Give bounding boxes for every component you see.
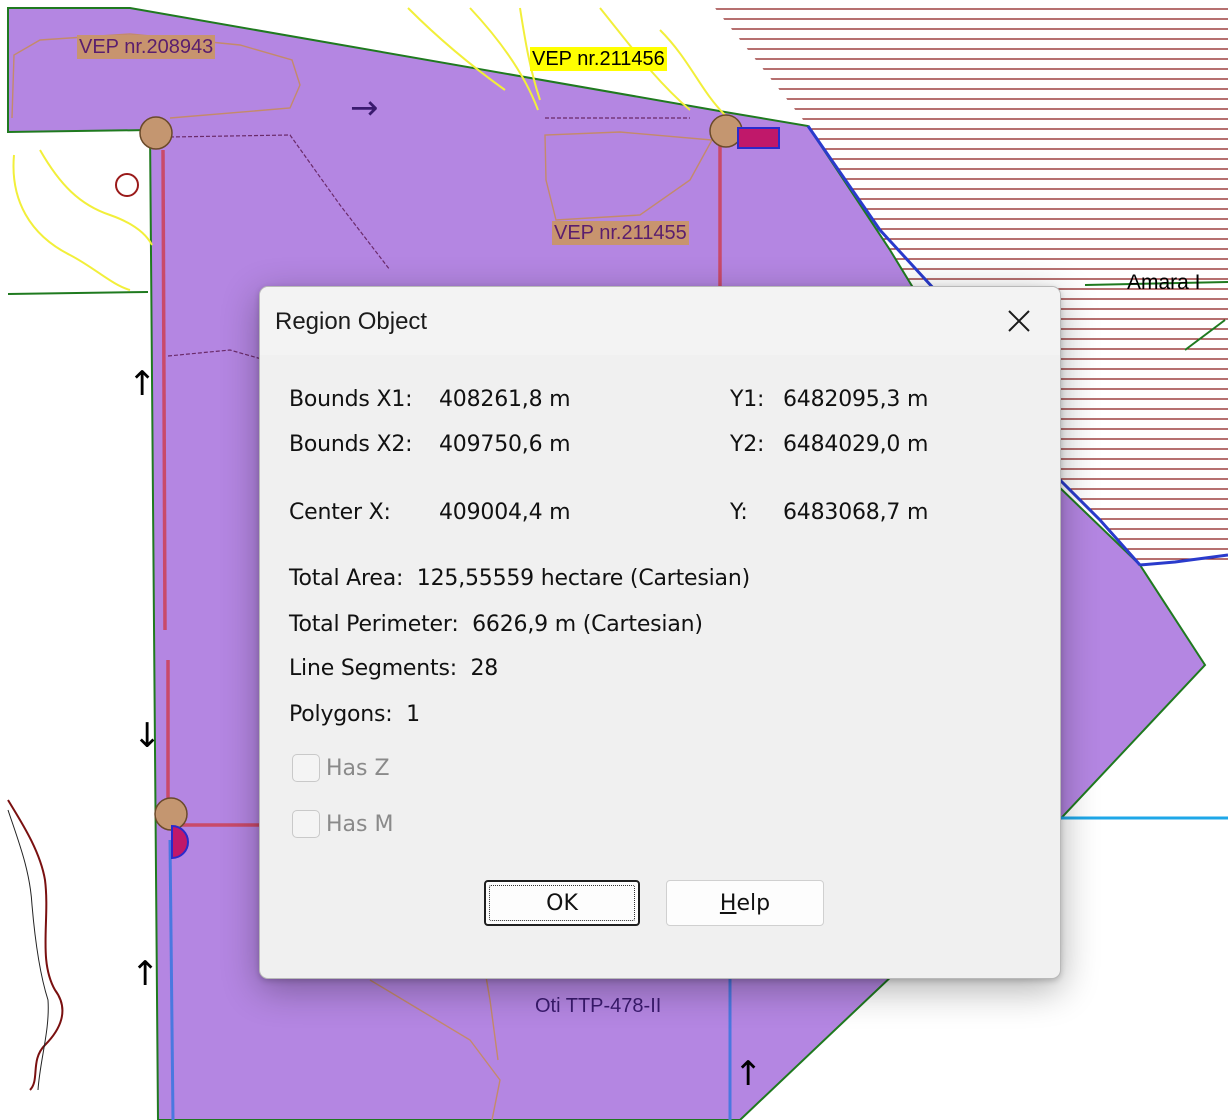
map-label-oti: Oti TTP-478-II xyxy=(535,995,662,1017)
ok-button-label: OK xyxy=(546,890,578,916)
center-x-label: Center X: xyxy=(289,500,391,525)
arrow-up-icon: ↑ xyxy=(734,1054,763,1094)
polygons-text: Polygons: 1 xyxy=(289,702,420,727)
map-label-vep-211456: VEP nr.211456 xyxy=(530,47,667,71)
help-mnemonic: H xyxy=(719,890,737,916)
bounds-x2-label: Bounds X2: xyxy=(289,432,413,457)
center-y-value: 6483068,7 m xyxy=(783,500,929,525)
map-label-amara: Amara I xyxy=(1127,271,1201,294)
arrow-up-icon: ↑ xyxy=(128,364,157,404)
arrow-right-icon: → xyxy=(350,88,379,128)
map-label-vep-208943: VEP nr.208943 xyxy=(77,35,216,59)
bounds-y2-label: Y2: xyxy=(730,432,765,457)
has-m-label: Has M xyxy=(326,811,394,837)
total-area-text: Total Area: 125,55559 hectare (Cartesian… xyxy=(289,566,750,591)
total-perimeter-text: Total Perimeter: 6626,9 m (Cartesian) xyxy=(289,612,703,637)
bounds-x1-value: 408261,8 m xyxy=(439,387,571,412)
has-m-checkbox[interactable]: Has M xyxy=(292,810,393,838)
center-x-value: 409004,4 m xyxy=(439,500,571,525)
close-button[interactable] xyxy=(990,297,1048,345)
has-z-checkbox[interactable]: Has Z xyxy=(292,754,390,782)
close-icon xyxy=(1008,310,1030,332)
has-z-label: Has Z xyxy=(326,755,390,781)
bounds-y2-value: 6484029,0 m xyxy=(783,432,929,457)
left-river xyxy=(7,799,64,1091)
region-object-dialog: Region Object Bounds X1: 408261,8 m Y1: … xyxy=(259,286,1061,979)
has-z-box[interactable] xyxy=(292,754,320,782)
dialog-title: Region Object xyxy=(275,308,428,335)
help-button[interactable]: Help xyxy=(666,880,824,926)
dialog-titlebar[interactable]: Region Object xyxy=(260,287,1060,355)
bounds-y1-label: Y1: xyxy=(730,387,765,412)
bounds-y1-value: 6482095,3 m xyxy=(783,387,929,412)
arrow-down-icon: ↓ xyxy=(133,716,162,756)
center-y-label: Y: xyxy=(730,500,748,525)
bounds-x2-value: 409750,6 m xyxy=(439,432,571,457)
map-label-vep-211455: VEP nr.211455 xyxy=(552,221,689,245)
line-segments-text: Line Segments: 28 xyxy=(289,656,499,681)
help-button-label: Help xyxy=(720,891,770,916)
has-m-box[interactable] xyxy=(292,810,320,838)
ok-button[interactable]: OK xyxy=(484,880,640,926)
bounds-x1-label: Bounds X1: xyxy=(289,387,413,412)
help-label-rest: elp xyxy=(736,890,771,916)
arrow-up-icon: ↑ xyxy=(131,954,160,994)
